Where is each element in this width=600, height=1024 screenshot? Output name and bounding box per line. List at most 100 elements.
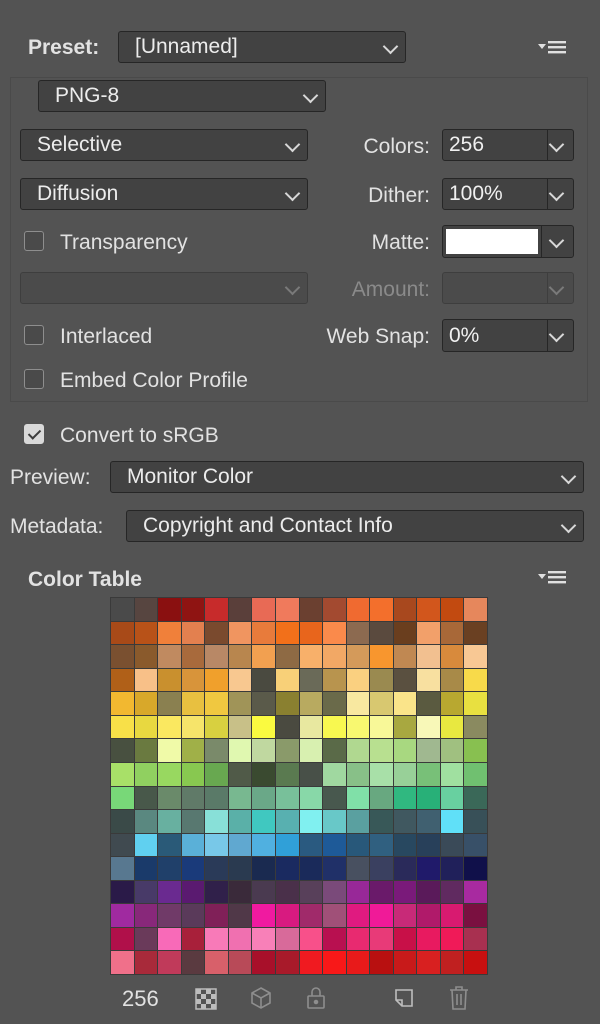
color-swatch[interactable] [417, 857, 440, 880]
color-swatch[interactable] [275, 762, 299, 786]
color-swatch[interactable] [134, 786, 158, 810]
color-swatch[interactable] [393, 762, 417, 786]
color-swatch[interactable] [158, 880, 181, 904]
color-swatch[interactable] [275, 739, 299, 762]
color-swatch[interactable] [464, 668, 487, 692]
color-swatch[interactable] [205, 927, 228, 951]
color-swatch[interactable] [134, 739, 158, 762]
color-swatch[interactable] [299, 951, 323, 974]
color-swatch[interactable] [275, 951, 299, 974]
color-swatch[interactable] [228, 810, 252, 833]
color-swatch[interactable] [370, 904, 393, 927]
color-swatch[interactable] [440, 621, 464, 645]
color-swatch[interactable] [299, 598, 323, 621]
color-swatch[interactable] [111, 927, 134, 951]
color-swatch[interactable] [299, 857, 323, 880]
color-swatch[interactable] [134, 715, 158, 739]
color-swatch[interactable] [134, 951, 158, 974]
color-swatch[interactable] [134, 668, 158, 692]
matte-combo[interactable] [442, 225, 574, 258]
convert-srgb-checkbox[interactable] [24, 424, 44, 444]
color-swatch[interactable] [370, 857, 393, 880]
color-swatch[interactable] [111, 833, 134, 857]
color-swatch[interactable] [393, 715, 417, 739]
color-swatch[interactable] [393, 833, 417, 857]
color-swatch[interactable] [111, 739, 134, 762]
color-swatch[interactable] [440, 904, 464, 927]
color-swatch[interactable] [181, 762, 205, 786]
color-swatch[interactable] [440, 786, 464, 810]
color-swatch[interactable] [346, 762, 370, 786]
color-swatch[interactable] [252, 880, 275, 904]
color-swatch[interactable] [464, 927, 487, 951]
amount-combo[interactable] [442, 272, 574, 304]
color-swatch[interactable] [158, 668, 181, 692]
color-swatch[interactable] [440, 598, 464, 621]
color-swatch[interactable] [346, 786, 370, 810]
color-swatch[interactable] [158, 621, 181, 645]
color-swatch[interactable] [158, 927, 181, 951]
color-swatch[interactable] [134, 598, 158, 621]
chevron-down-icon[interactable] [548, 185, 565, 202]
color-swatch[interactable] [370, 692, 393, 715]
matte-swatch-cell[interactable] [443, 226, 542, 257]
color-swatch[interactable] [205, 857, 228, 880]
color-swatch[interactable] [252, 739, 275, 762]
preset-select[interactable]: [Unnamed] [118, 31, 406, 63]
checkerboard-icon[interactable] [194, 987, 218, 1011]
color-swatch[interactable] [111, 786, 134, 810]
color-swatch[interactable] [393, 810, 417, 833]
color-swatch[interactable] [275, 857, 299, 880]
color-swatch[interactable] [464, 621, 487, 645]
color-swatch[interactable] [158, 833, 181, 857]
color-swatch[interactable] [228, 951, 252, 974]
color-swatch[interactable] [181, 598, 205, 621]
color-swatch[interactable] [111, 645, 134, 668]
color-swatch[interactable] [205, 739, 228, 762]
color-swatch[interactable] [417, 739, 440, 762]
color-swatch[interactable] [464, 810, 487, 833]
color-swatch[interactable] [464, 692, 487, 715]
color-swatch[interactable] [252, 904, 275, 927]
color-swatch[interactable] [228, 927, 252, 951]
color-swatch[interactable] [205, 904, 228, 927]
embed-color-profile-checkbox[interactable] [24, 369, 44, 389]
color-swatch[interactable] [158, 645, 181, 668]
panel-menu-icon[interactable] [538, 40, 568, 56]
color-swatch[interactable] [299, 621, 323, 645]
color-swatch[interactable] [134, 692, 158, 715]
interlaced-checkbox[interactable] [24, 325, 44, 345]
color-swatch[interactable] [417, 951, 440, 974]
color-swatch[interactable] [440, 645, 464, 668]
color-swatch[interactable] [205, 598, 228, 621]
color-swatch[interactable] [181, 645, 205, 668]
color-swatch[interactable] [299, 904, 323, 927]
color-swatch[interactable] [252, 927, 275, 951]
transparency-dither-select[interactable] [20, 272, 308, 304]
reduction-select[interactable]: Selective [20, 129, 308, 161]
color-swatch[interactable] [323, 904, 346, 927]
color-swatch[interactable] [205, 762, 228, 786]
color-swatch[interactable] [370, 645, 393, 668]
color-swatch[interactable] [417, 668, 440, 692]
color-swatch[interactable] [181, 857, 205, 880]
color-swatch[interactable] [181, 715, 205, 739]
color-swatch[interactable] [346, 833, 370, 857]
color-swatch[interactable] [252, 715, 275, 739]
color-swatch[interactable] [252, 833, 275, 857]
color-swatch[interactable] [252, 692, 275, 715]
color-swatch[interactable] [346, 692, 370, 715]
color-swatch[interactable] [417, 715, 440, 739]
color-swatch[interactable] [323, 739, 346, 762]
color-swatch[interactable] [252, 810, 275, 833]
color-swatch[interactable] [111, 857, 134, 880]
color-swatch[interactable] [440, 951, 464, 974]
trash-icon[interactable] [447, 985, 471, 1010]
chevron-down-icon[interactable] [548, 232, 565, 249]
color-swatch[interactable] [252, 951, 275, 974]
color-swatch[interactable] [323, 645, 346, 668]
format-select[interactable]: PNG-8 [38, 80, 326, 112]
color-swatch[interactable] [346, 904, 370, 927]
color-swatch[interactable] [393, 857, 417, 880]
color-swatch[interactable] [275, 668, 299, 692]
